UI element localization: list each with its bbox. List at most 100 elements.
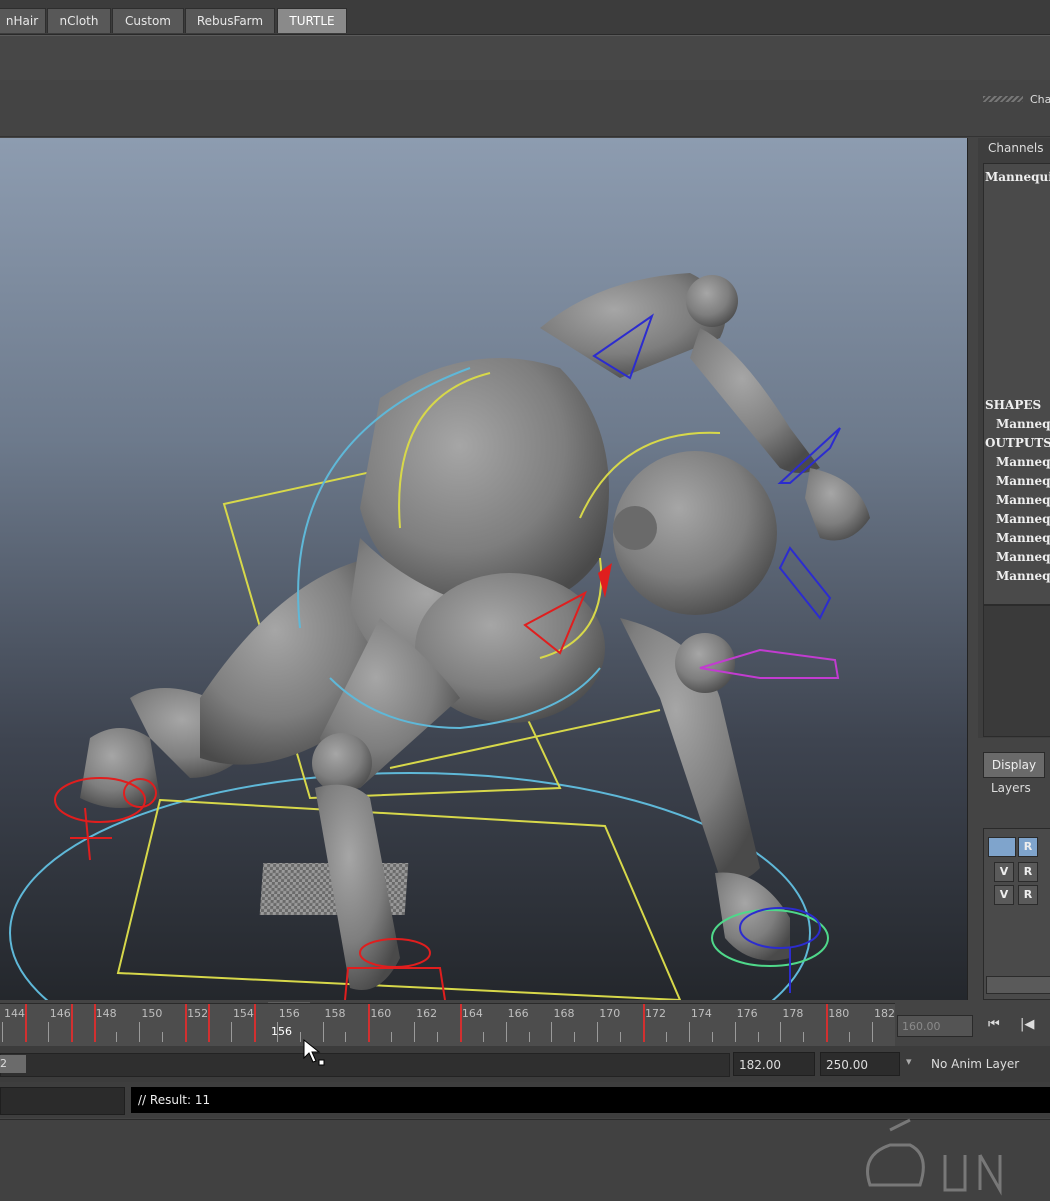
panel-grip-handle[interactable] (983, 96, 1023, 102)
keyframe-marker[interactable] (208, 1004, 211, 1042)
timeline-tick (528, 1032, 530, 1042)
timeline-tick-label: 164 (461, 1007, 483, 1020)
tab-ncloth[interactable]: nCloth (47, 8, 111, 33)
timeline-tick (116, 1032, 118, 1042)
output-node[interactable]: Manneq (996, 550, 1050, 564)
timeline-tick-label: 160 (370, 1007, 392, 1020)
layer-reference-toggle[interactable]: R (1018, 862, 1038, 882)
range-slider[interactable] (0, 1053, 730, 1077)
timeline-tick (780, 1022, 782, 1042)
timeline-tick-label: 162 (416, 1007, 438, 1020)
object-name[interactable]: Mannequi (985, 170, 1050, 184)
keyframe-marker[interactable] (368, 1004, 371, 1042)
timeline-tick-label: 170 (599, 1007, 621, 1020)
anim-layer-dropdown[interactable]: No Anim Layer (925, 1052, 1050, 1076)
keyframe-marker[interactable] (24, 1004, 27, 1042)
output-node[interactable]: Manneq (996, 455, 1050, 469)
current-time-field[interactable]: 160.00 (897, 1015, 973, 1037)
mouse-cursor-icon (303, 1038, 325, 1066)
scene-render (9, 273, 870, 1000)
tab-turtle[interactable]: TURTLE (277, 8, 347, 33)
tab-rebusfarm[interactable]: RebusFarm (185, 8, 275, 33)
go-to-start-button[interactable]: ⏮ (988, 1017, 1000, 1032)
time-slider[interactable]: 144 146 148 150 152 154 156 158 160 162 164 166 168 1… (0, 1003, 895, 1047)
timeline-tick-label: 154 (232, 1007, 254, 1020)
output-node[interactable]: Manneq (996, 531, 1050, 545)
timeline-tick (849, 1032, 851, 1042)
shelf-tab-bar: nHair nCloth Custom RebusFarm TURTLE (0, 0, 1050, 35)
command-result: // Result: 11 (131, 1087, 1050, 1113)
timeline-tick (2, 1022, 3, 1042)
shapes-header: SHAPES (985, 398, 1042, 412)
range-start-handle[interactable]: 2 (0, 1055, 26, 1073)
tab-nhair[interactable]: nHair (0, 8, 46, 33)
timeline-tick-label: 144 (4, 1007, 25, 1020)
timeline-tick (574, 1032, 576, 1042)
timeline-tick-label: 172 (645, 1007, 667, 1020)
timeline-tick (688, 1022, 690, 1042)
end-time-field[interactable]: 182.00 (733, 1052, 815, 1076)
keyframe-marker[interactable] (253, 1004, 256, 1042)
layer-scrollbar[interactable] (986, 976, 1050, 994)
chevron-down-icon[interactable]: ▾ (906, 1055, 912, 1068)
timeline-tick (872, 1022, 873, 1042)
command-input[interactable] (0, 1087, 125, 1115)
keyframe-marker[interactable] (93, 1004, 96, 1042)
timeline-tick (803, 1032, 805, 1042)
layer-visibility-toggle[interactable]: V (994, 885, 1014, 905)
timeline-tick-label: 148 (95, 1007, 117, 1020)
keyframe-marker[interactable] (70, 1004, 73, 1042)
timeline-tick (711, 1032, 713, 1042)
timeline-tick (414, 1022, 416, 1042)
tab-display[interactable]: Display (983, 752, 1045, 778)
timeline-tick-label: 178 (782, 1007, 804, 1020)
shape-node[interactable]: Manneq (996, 417, 1050, 431)
output-node[interactable]: Manneq (996, 474, 1050, 488)
timeline-tick-label: 156 (278, 1007, 300, 1020)
timeline-tick (391, 1032, 393, 1042)
panel-menu-bar (0, 80, 1050, 137)
keyframe-marker[interactable] (459, 1004, 462, 1042)
output-node[interactable]: Manneq (996, 569, 1050, 583)
timeline-tick (665, 1032, 667, 1042)
timeline-tick-label: 166 (507, 1007, 529, 1020)
step-back-key-button[interactable]: |◀ (1020, 1017, 1034, 1032)
layer-reference-toggle[interactable]: R (1018, 837, 1038, 857)
watermark-logo (866, 1118, 1002, 1196)
playback-end-field[interactable]: 250.00 (820, 1052, 900, 1076)
channels-menu[interactable]: Channels (988, 141, 1044, 155)
timeline-tick (551, 1022, 553, 1042)
timeline-tick (482, 1032, 484, 1042)
timeline-tick-label: 168 (553, 1007, 575, 1020)
channel-box-toggle[interactable]: Cha (1030, 93, 1050, 106)
timeline-tick (139, 1022, 141, 1042)
hand-ik-control[interactable] (778, 546, 832, 620)
timeline-tick-label: 152 (187, 1007, 209, 1020)
output-node[interactable]: Manneq (996, 512, 1050, 526)
timeline-tick-label: 182 (874, 1007, 895, 1020)
viewport-3d[interactable] (0, 138, 968, 1000)
timeline-tick-label: 176 (736, 1007, 758, 1020)
timeline-tick (505, 1022, 507, 1042)
keyframe-marker[interactable] (826, 1004, 829, 1042)
timeline-tick (230, 1022, 232, 1042)
timeline-tick-label: 146 (49, 1007, 71, 1020)
keyframe-marker[interactable] (185, 1004, 188, 1042)
timeline-tick-label: 180 (828, 1007, 850, 1020)
layer-visibility-toggle[interactable] (988, 837, 1016, 857)
layers-menu[interactable]: Layers (991, 781, 1031, 795)
mannequin-figure[interactable] (80, 273, 870, 990)
timeline-tick (437, 1032, 438, 1042)
current-frame-label: 156 (271, 1025, 292, 1038)
timeline-tick (597, 1022, 599, 1042)
layer-reference-toggle[interactable]: R (1018, 885, 1038, 905)
timeline-tick (162, 1032, 164, 1042)
timeline-tick-label: 158 (324, 1007, 346, 1020)
channel-list: Mannequi SHAPES Manneq OUTPUTS Manneq Ma… (983, 163, 1050, 605)
output-node[interactable]: Manneq (996, 493, 1050, 507)
keyframe-marker[interactable] (643, 1004, 646, 1042)
tab-custom[interactable]: Custom (112, 8, 184, 33)
timeline-tick-label: 174 (690, 1007, 712, 1020)
layer-visibility-toggle[interactable]: V (994, 862, 1014, 882)
timeline-tick (757, 1032, 759, 1042)
